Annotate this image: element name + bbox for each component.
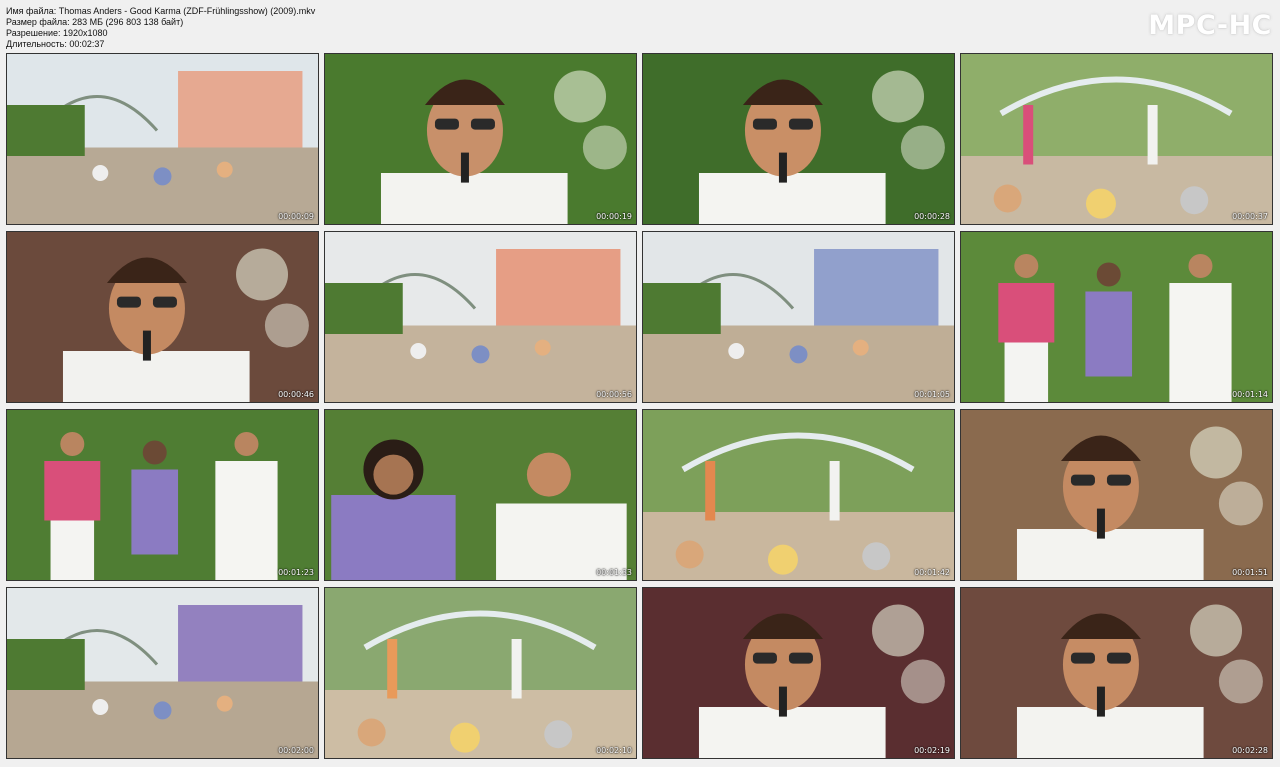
resolution-text: Разрешение: 1920x1080 — [6, 28, 108, 38]
video-frame-image — [7, 232, 318, 402]
video-thumbnail[interactable]: 00:02:28 — [960, 587, 1273, 759]
video-thumbnail[interactable]: 00:00:28 — [642, 53, 955, 225]
video-thumbnail[interactable]: 00:00:56 — [324, 231, 637, 403]
video-frame-image — [961, 232, 1272, 402]
timestamp-label: 00:02:28 — [1232, 746, 1268, 755]
timestamp-label: 00:00:09 — [278, 212, 314, 221]
timestamp-label: 00:01:33 — [596, 568, 632, 577]
timestamp-label: 00:02:00 — [278, 746, 314, 755]
timestamp-label: 00:02:19 — [914, 746, 950, 755]
video-thumbnail[interactable]: 00:01:14 — [960, 231, 1273, 403]
video-frame-image — [325, 54, 636, 224]
video-frame-image — [7, 588, 318, 758]
video-thumbnail[interactable]: 00:01:33 — [324, 409, 637, 581]
video-thumbnail[interactable]: 00:02:10 — [324, 587, 637, 759]
file-name-text: Имя файла: Thomas Anders - Good Karma (Z… — [6, 6, 316, 16]
timestamp-label: 00:00:37 — [1232, 212, 1268, 221]
video-thumbnail[interactable]: 00:02:00 — [6, 587, 319, 759]
timestamp-label: 00:01:05 — [914, 390, 950, 399]
video-thumbnail[interactable]: 00:01:51 — [960, 409, 1273, 581]
video-thumbnail[interactable]: 00:00:19 — [324, 53, 637, 225]
video-frame-image — [643, 410, 954, 580]
video-frame-image — [961, 588, 1272, 758]
timestamp-label: 00:01:14 — [1232, 390, 1268, 399]
timestamp-label: 00:00:28 — [914, 212, 950, 221]
timestamp-label: 00:01:23 — [278, 568, 314, 577]
thumbnail-grid: 00:00:09 00:00:19 00:00:28 00:00:37 00:0… — [6, 53, 1273, 759]
timestamp-label: 00:00:56 — [596, 390, 632, 399]
video-thumbnail[interactable]: 00:00:46 — [6, 231, 319, 403]
duration-text: Длительность: 00:02:37 — [6, 39, 105, 49]
video-thumbnail[interactable]: 00:01:05 — [642, 231, 955, 403]
video-frame-image — [643, 588, 954, 758]
video-frame-image — [325, 588, 636, 758]
video-frame-image — [7, 410, 318, 580]
timestamp-label: 00:01:51 — [1232, 568, 1268, 577]
file-size-text: Размер файла: 283 МБ (296 803 138 байт) — [6, 17, 184, 27]
timestamp-label: 00:00:19 — [596, 212, 632, 221]
video-frame-image — [7, 54, 318, 224]
file-info-panel: Имя файла: Thomas Anders - Good Karma (Z… — [6, 6, 315, 50]
video-thumbnail[interactable]: 00:00:37 — [960, 53, 1273, 225]
video-thumbnail[interactable]: 00:01:42 — [642, 409, 955, 581]
video-thumbnail[interactable]: 00:00:09 — [6, 53, 319, 225]
video-frame-image — [961, 54, 1272, 224]
video-frame-image — [325, 410, 636, 580]
video-frame-image — [643, 54, 954, 224]
timestamp-label: 00:01:42 — [914, 568, 950, 577]
timestamp-label: 00:00:46 — [278, 390, 314, 399]
video-frame-image — [643, 232, 954, 402]
video-thumbnail[interactable]: 00:01:23 — [6, 409, 319, 581]
timestamp-label: 00:02:10 — [596, 746, 632, 755]
video-frame-image — [961, 410, 1272, 580]
video-frame-image — [325, 232, 636, 402]
video-thumbnail[interactable]: 00:02:19 — [642, 587, 955, 759]
mpc-hc-logo: MPC-HC — [1148, 10, 1272, 41]
